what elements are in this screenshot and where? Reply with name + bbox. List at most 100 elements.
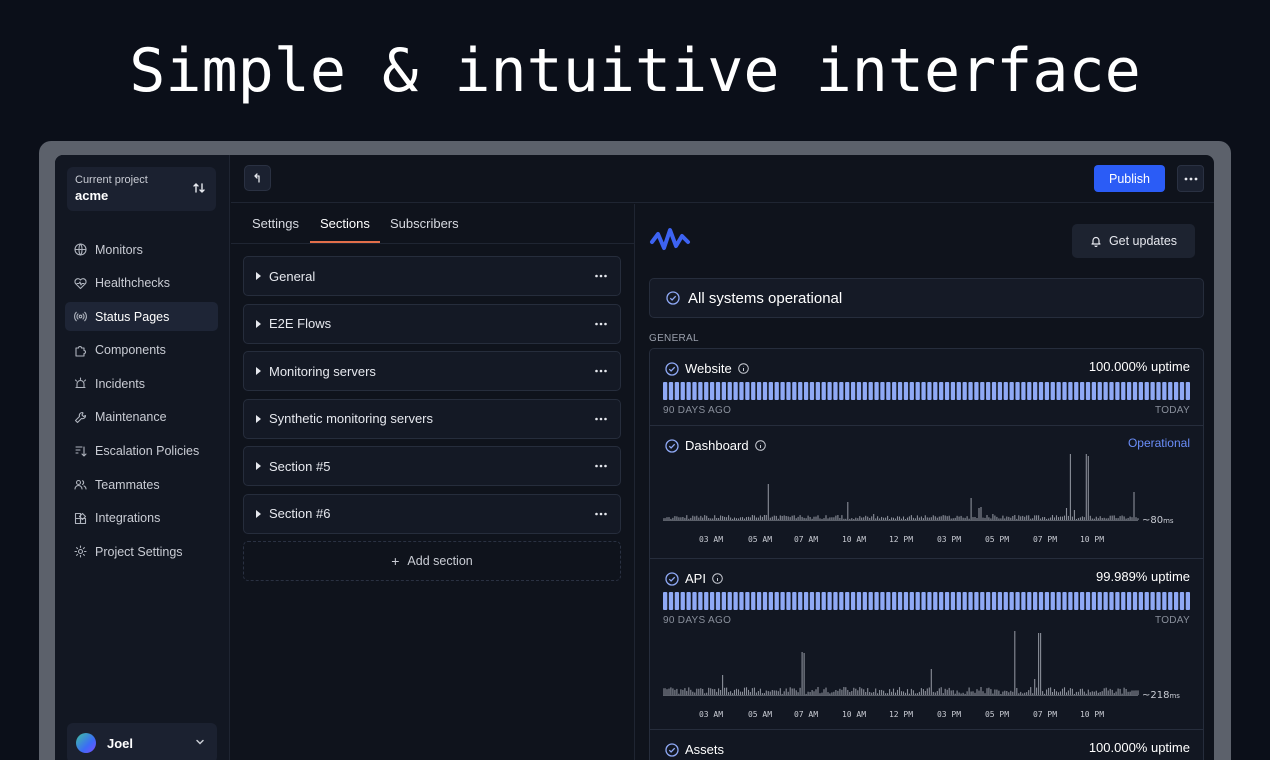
uptime-day-bar[interactable] [780, 592, 785, 610]
uptime-day-bar[interactable] [1115, 382, 1120, 400]
uptime-day-bar[interactable] [1168, 382, 1173, 400]
uptime-day-bar[interactable] [803, 382, 809, 400]
uptime-day-bar[interactable] [1044, 382, 1050, 400]
uptime-day-bar[interactable] [792, 592, 797, 610]
uptime-day-bar[interactable] [850, 592, 856, 610]
uptime-day-bar[interactable] [1185, 592, 1190, 610]
sidebar-item-integrations[interactable]: Integrations [65, 504, 218, 533]
uptime-day-bar[interactable] [962, 592, 967, 610]
uptime-day-bar[interactable] [845, 382, 850, 400]
get-updates-button[interactable]: Get updates [1072, 224, 1195, 258]
uptime-day-bar[interactable] [1091, 382, 1097, 400]
uptime-day-bar[interactable] [974, 382, 979, 400]
uptime-day-bar[interactable] [715, 592, 721, 610]
uptime-day-bar[interactable] [1097, 592, 1102, 610]
uptime-day-bar[interactable] [704, 382, 709, 400]
uptime-day-bar[interactable] [1033, 592, 1038, 610]
uptime-day-bar[interactable] [909, 382, 914, 400]
uptime-day-bar[interactable] [739, 592, 744, 610]
uptime-day-bar[interactable] [1038, 382, 1044, 400]
uptime-day-bar[interactable] [833, 382, 838, 400]
uptime-day-bar[interactable] [692, 382, 697, 400]
uptime-day-bar[interactable] [709, 592, 715, 610]
uptime-day-bar[interactable] [950, 382, 956, 400]
sidebar-item-maintenance[interactable]: Maintenance [65, 403, 218, 432]
uptime-day-bar[interactable] [739, 382, 744, 400]
uptime-day-bar[interactable] [798, 592, 803, 610]
uptime-day-bar[interactable] [768, 382, 773, 400]
uptime-day-bar[interactable] [809, 592, 815, 610]
uptime-day-bar[interactable] [1003, 382, 1008, 400]
uptime-day-bar[interactable] [786, 592, 791, 610]
uptime-day-bar[interactable] [680, 382, 685, 400]
uptime-day-bar[interactable] [1015, 382, 1020, 400]
uptime-day-bar[interactable] [1080, 382, 1085, 400]
uptime-day-bar[interactable] [991, 592, 997, 610]
uptime-day-bar[interactable] [1126, 382, 1132, 400]
uptime-day-bar[interactable] [686, 592, 691, 610]
uptime-day-bar[interactable] [839, 382, 844, 400]
uptime-day-bar[interactable] [956, 592, 961, 610]
uptime-day-bar[interactable] [956, 382, 961, 400]
component-status[interactable]: Operational [1128, 436, 1190, 450]
uptime-day-bar[interactable] [1085, 382, 1091, 400]
uptime-day-bar[interactable] [1074, 382, 1079, 400]
uptime-day-bar[interactable] [921, 382, 926, 400]
uptime-day-bar[interactable] [968, 382, 973, 400]
uptime-day-bar[interactable] [856, 592, 862, 610]
uptime-day-bar[interactable] [915, 592, 920, 610]
user-menu[interactable]: Joel [67, 723, 217, 760]
uptime-day-bar[interactable] [1044, 592, 1050, 610]
uptime-day-bar[interactable] [1068, 592, 1073, 610]
uptime-day-bar[interactable] [1009, 382, 1014, 400]
uptime-day-bar[interactable] [903, 382, 909, 400]
uptime-day-bar[interactable] [862, 382, 867, 400]
uptime-day-bar[interactable] [1150, 382, 1155, 400]
uptime-day-bar[interactable] [751, 382, 756, 400]
uptime-day-bar[interactable] [774, 592, 779, 610]
uptime-day-bar[interactable] [803, 592, 809, 610]
uptime-day-bar[interactable] [939, 592, 944, 610]
sidebar-item-incidents[interactable]: Incidents [65, 369, 218, 398]
uptime-day-bar[interactable] [674, 592, 680, 610]
uptime-day-bar[interactable] [927, 592, 932, 610]
uptime-day-bar[interactable] [1015, 592, 1020, 610]
uptime-day-bar[interactable] [809, 382, 815, 400]
uptime-day-bar[interactable] [921, 592, 926, 610]
uptime-day-bar[interactable] [845, 592, 850, 610]
uptime-day-bar[interactable] [944, 592, 950, 610]
info-icon[interactable] [754, 440, 766, 451]
uptime-day-bar[interactable] [756, 382, 762, 400]
uptime-day-bar[interactable] [756, 592, 762, 610]
uptime-day-bar[interactable] [733, 592, 738, 610]
uptime-day-bar[interactable] [1085, 592, 1091, 610]
uptime-day-bar[interactable] [674, 382, 680, 400]
project-switcher[interactable]: Current project acme [67, 167, 216, 211]
uptime-day-bar[interactable] [692, 592, 697, 610]
uptime-day-bar[interactable] [868, 592, 873, 610]
add-section-button[interactable]: + Add section [243, 541, 621, 581]
uptime-day-bar[interactable] [868, 382, 873, 400]
uptime-day-bar[interactable] [780, 382, 785, 400]
uptime-day-bar[interactable] [1068, 382, 1073, 400]
uptime-day-bar[interactable] [827, 592, 832, 610]
section-menu-icon[interactable] [594, 460, 608, 472]
uptime-day-bar[interactable] [897, 382, 903, 400]
uptime-day-bar[interactable] [833, 592, 838, 610]
uptime-day-bar[interactable] [1109, 382, 1114, 400]
uptime-day-bar[interactable] [1027, 592, 1032, 610]
uptime-day-bar[interactable] [1056, 382, 1061, 400]
uptime-day-bar[interactable] [827, 382, 832, 400]
uptime-day-bar[interactable] [745, 592, 750, 610]
uptime-day-bar[interactable] [968, 592, 973, 610]
uptime-day-bar[interactable] [1097, 382, 1102, 400]
uptime-day-bar[interactable] [698, 592, 703, 610]
section-row[interactable]: General [243, 256, 621, 296]
uptime-day-bar[interactable] [686, 382, 691, 400]
uptime-day-bar[interactable] [909, 592, 914, 610]
uptime-day-bar[interactable] [1126, 592, 1132, 610]
uptime-day-bar[interactable] [991, 382, 997, 400]
uptime-day-bar[interactable] [1074, 592, 1079, 610]
uptime-day-bar[interactable] [1056, 592, 1061, 610]
uptime-day-bar[interactable] [698, 382, 703, 400]
